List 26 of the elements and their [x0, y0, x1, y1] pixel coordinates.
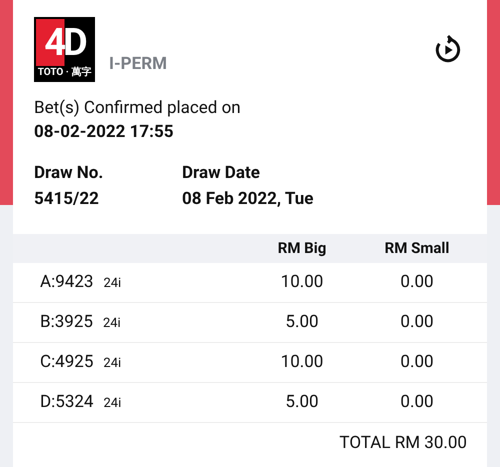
product-name: I-PERM: [109, 53, 167, 76]
bet-number: C:4925: [40, 350, 94, 374]
draw-value: 08 Feb 2022, Tue: [182, 188, 314, 211]
column-header: RM Big: [276, 238, 328, 260]
big-amount: 10.00: [280, 350, 324, 374]
small-amount: 0.00: [399, 270, 435, 294]
confirm-text: Bet(s) Confirmed placed on: [34, 97, 242, 120]
bet-tag: 24i: [103, 354, 122, 374]
draw-value: 5415/22: [34, 188, 100, 211]
column-header: RM Small: [384, 238, 450, 260]
small-amount: 0.00: [399, 350, 435, 374]
bet-number: B:3925: [40, 310, 93, 334]
small-amount: 0.00: [399, 390, 435, 414]
bet-number: D:5324: [40, 390, 94, 414]
confirm-time: 08-02-2022 17:55: [34, 121, 174, 144]
bet-tag: 24i: [103, 274, 122, 294]
bet-tag: 24i: [102, 314, 121, 334]
bet-tag: 24i: [104, 394, 122, 414]
total-amount: TOTAL RM 30.00: [339, 432, 467, 455]
big-amount: 5.00: [284, 310, 320, 334]
bet-number: A:9423: [40, 270, 94, 294]
draw-label: Draw Date: [182, 162, 261, 185]
draw-label: Draw No.: [34, 162, 104, 185]
big-amount: 5.00: [284, 390, 320, 414]
small-amount: 0.00: [399, 310, 435, 334]
big-amount: 10.00: [280, 270, 324, 294]
